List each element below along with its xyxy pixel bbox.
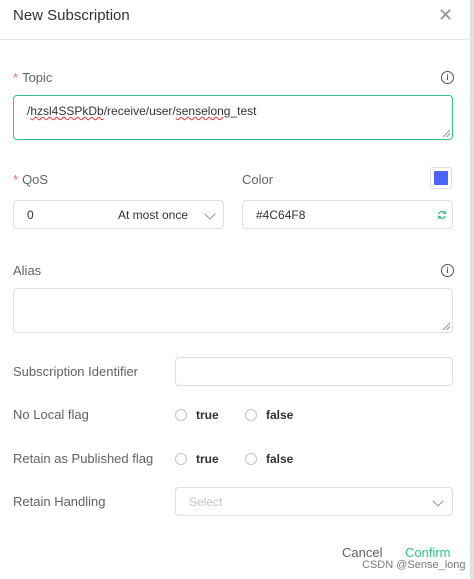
retain-handling-label: Retain Handling [13, 494, 106, 509]
retain-handling-placeholder: Select [189, 495, 223, 509]
color-swatch[interactable] [430, 167, 452, 189]
qos-value-text: At most once [118, 208, 189, 222]
color-value: #4C64F8 [256, 208, 306, 222]
retain-handling-select[interactable]: Select [175, 487, 453, 516]
required-mark: * [13, 70, 19, 85]
required-mark: * [13, 172, 19, 187]
retain-as-published-false-radio[interactable] [245, 453, 257, 465]
retain-as-published-false-label[interactable]: false [266, 452, 293, 466]
topic-value: /hzsl4SSPkDb/receive/user/senselong_test [27, 104, 257, 118]
retain-as-published-true-radio[interactable] [175, 453, 187, 465]
qos-select[interactable]: 0 At most once [13, 200, 224, 229]
retain-as-published-label: Retain as Published flag [13, 451, 154, 466]
no-local-false-label[interactable]: false [266, 408, 293, 422]
chevron-down-icon [204, 208, 216, 220]
chevron-down-icon [432, 495, 444, 507]
color-label: Color [242, 172, 274, 187]
no-local-label: No Local flag [13, 407, 89, 422]
resize-grip-icon[interactable] [443, 323, 450, 330]
subscription-identifier-label: Subscription Identifier [13, 364, 139, 379]
color-swatch-fill [434, 171, 448, 185]
alias-input[interactable] [13, 288, 453, 333]
topic-label: * Topic [13, 70, 52, 85]
resize-grip-icon[interactable] [443, 130, 450, 137]
no-local-true-label[interactable]: true [196, 408, 219, 422]
qos-label: * QoS [13, 172, 48, 187]
qos-label-text: QoS [22, 172, 49, 187]
alias-info-icon[interactable]: i [441, 264, 454, 277]
topic-label-text: Topic [22, 70, 53, 85]
topic-info-icon[interactable]: i [441, 71, 454, 84]
color-input[interactable]: #4C64F8 [242, 200, 453, 229]
refresh-icon[interactable] [437, 210, 447, 220]
close-icon[interactable]: ✕ [438, 6, 454, 24]
retain-as-published-true-label[interactable]: true [196, 452, 219, 466]
no-local-false-radio[interactable] [245, 409, 257, 421]
confirm-button[interactable]: Confirm [405, 545, 451, 560]
watermark: CSDN @Sense_long [362, 559, 466, 571]
dialog-header: New Subscription ✕ [0, 0, 474, 40]
alias-label: Alias [13, 263, 42, 278]
cancel-button[interactable]: Cancel [342, 545, 382, 560]
topic-input[interactable]: /hzsl4SSPkDb/receive/user/senselong_test [13, 95, 453, 140]
dialog-title: New Subscription [13, 7, 130, 24]
window-edge [470, 0, 474, 579]
no-local-true-radio[interactable] [175, 409, 187, 421]
subscription-identifier-input[interactable] [175, 357, 453, 386]
qos-value: 0 [27, 208, 34, 222]
